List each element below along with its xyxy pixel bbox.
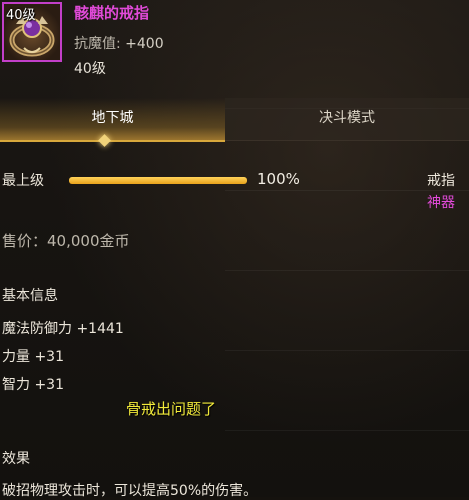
- background-divider: [225, 350, 469, 351]
- background-divider: [225, 430, 469, 431]
- upgrade-progress-fill: [69, 177, 247, 184]
- item-icon: 40级: [2, 2, 62, 62]
- upgrade-percent: 100%: [257, 170, 300, 188]
- attribute-line: 魔法防御力 +1441: [2, 321, 124, 337]
- overlay-caption: 骨戒出问题了: [126, 400, 217, 418]
- effect-title: 效果: [2, 451, 30, 467]
- item-rarity: 神器: [427, 195, 455, 211]
- mode-tabs: 地下城 决斗模式: [0, 98, 469, 142]
- effect-description: 破招物理攻击时，可以提高50%的伤害。: [2, 483, 258, 499]
- attribute-line: 智力 +31: [2, 377, 64, 393]
- attribute-line: 力量 +31: [2, 349, 64, 365]
- tab-dungeon[interactable]: 地下城: [0, 98, 225, 142]
- background-divider: [225, 270, 469, 271]
- item-tooltip-panel: 40级 骸麒的戒指 抗魔值: +400 40级 地下城 决斗模式 最上级 100…: [0, 0, 469, 499]
- upgrade-level-label: 最上级: [2, 173, 44, 189]
- basic-info-title: 基本信息: [2, 288, 58, 304]
- item-slot-type: 戒指: [427, 173, 455, 189]
- upgrade-level-row: 最上级 100%: [0, 168, 469, 192]
- magic-resist-stat: 抗魔值: +400: [74, 33, 164, 53]
- icon-level-badge: 40级: [6, 8, 36, 23]
- upgrade-progress-bar: [69, 177, 247, 184]
- item-header: 40级 骸麒的戒指 抗魔值: +400 40级: [0, 0, 469, 86]
- item-name: 骸麒的戒指: [74, 4, 150, 22]
- sell-price: 售价：40,000金币: [2, 232, 130, 250]
- stat-label: 抗魔值:: [74, 36, 121, 52]
- item-level: 40级: [74, 61, 106, 77]
- tab-pvp[interactable]: 决斗模式: [225, 98, 469, 141]
- stat-value: +400: [125, 36, 164, 52]
